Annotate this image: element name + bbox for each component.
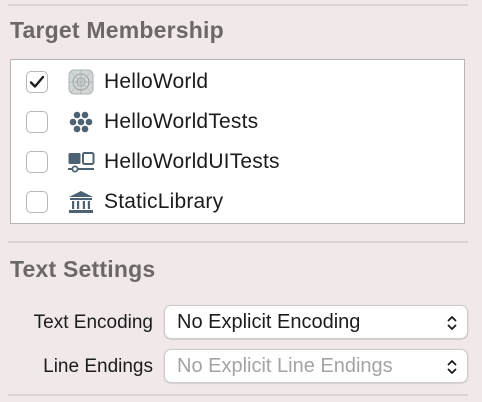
target-checkbox-helloworlduitests[interactable] — [26, 151, 48, 173]
line-endings-value: No Explicit Line Endings — [177, 355, 393, 377]
target-checkbox-staticlibrary[interactable] — [26, 191, 48, 213]
library-icon — [67, 189, 95, 215]
line-endings-popup[interactable]: No Explicit Line Endings — [164, 349, 468, 383]
text-encoding-popup[interactable]: No Explicit Encoding — [164, 305, 468, 339]
popup-arrows-icon — [447, 360, 457, 374]
target-row-helloworldtests[interactable]: HelloWorldTests — [11, 102, 464, 142]
target-label: HelloWorldUITests — [104, 150, 280, 173]
popup-arrows-icon — [447, 316, 457, 330]
section-divider — [8, 241, 468, 243]
target-checkbox-helloworld[interactable] — [26, 71, 48, 93]
target-label: StaticLibrary — [104, 190, 224, 213]
line-endings-label: Line Endings — [43, 356, 153, 377]
app-icon — [67, 69, 95, 95]
target-row-staticlibrary[interactable]: StaticLibrary — [11, 182, 464, 222]
ui-test-icon — [67, 149, 95, 175]
file-inspector-panel: Target Membership HelloWorld HelloWorldT… — [0, 0, 482, 402]
target-row-helloworlduitests[interactable]: HelloWorldUITests — [11, 142, 464, 182]
text-encoding-label: Text Encoding — [33, 312, 153, 333]
text-settings-header: Text Settings — [10, 256, 156, 282]
checkmark-icon — [29, 75, 45, 88]
target-checkbox-helloworldtests[interactable] — [26, 111, 48, 133]
target-membership-list: HelloWorld HelloWorldTests HelloWorldUIT… — [10, 59, 465, 224]
target-row-helloworld[interactable]: HelloWorld — [11, 62, 464, 102]
target-label: HelloWorld — [104, 70, 209, 93]
text-encoding-value: No Explicit Encoding — [177, 311, 361, 333]
top-divider — [8, 4, 468, 6]
target-label: HelloWorldTests — [104, 110, 259, 133]
unit-test-icon — [67, 109, 95, 135]
target-membership-header: Target Membership — [10, 17, 224, 43]
bottom-divider — [8, 394, 468, 396]
